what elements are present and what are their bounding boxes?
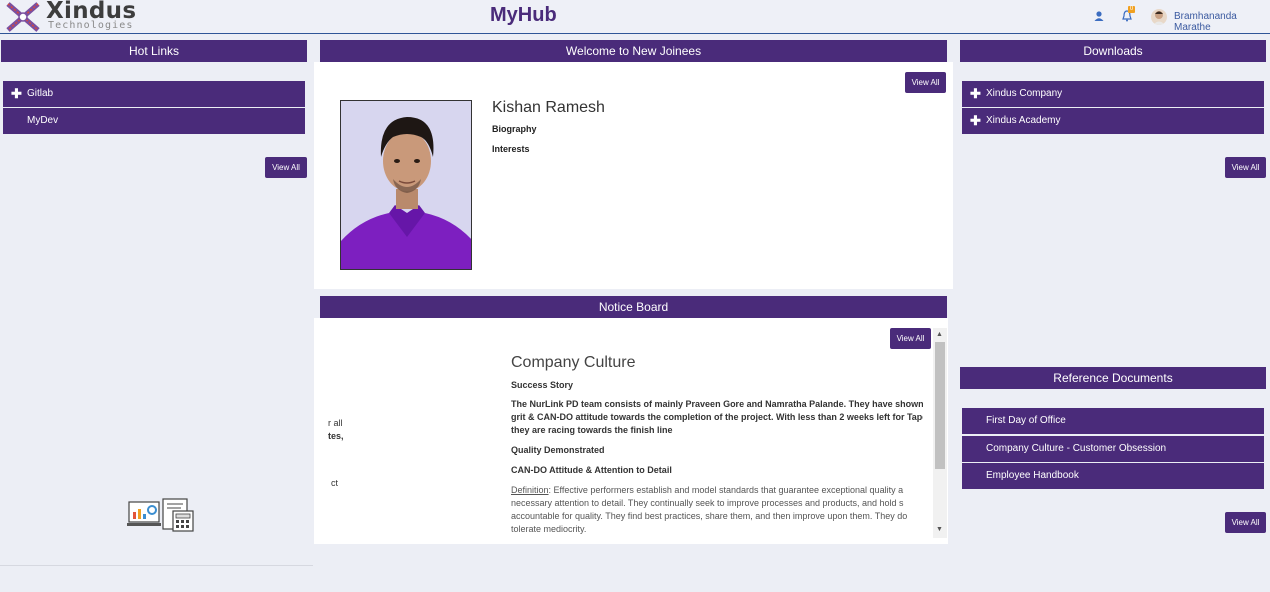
definition-line: tolerate mediocrity. [511, 524, 587, 534]
biography-label: Biography [492, 124, 537, 134]
logo-x-icon [6, 2, 40, 32]
notice-scrollbar[interactable]: ▲ ▼ [933, 328, 947, 538]
joinee-name: Kishan Ramesh [492, 99, 605, 116]
notice-fragment: tes, [328, 431, 344, 441]
top-bar: Xindus Technologies MyHub 0 Bramhananda … [0, 0, 1270, 34]
notice-board-content[interactable]: r all tes, ct Company Culture Success St… [314, 318, 948, 544]
notification-badge: 0 [1128, 6, 1135, 13]
reference-view-all-button[interactable]: View All [1225, 512, 1266, 533]
story-line: grit & CAN-DO attitude towards the compl… [511, 412, 923, 422]
notice-board-view-all-button[interactable]: View All [890, 328, 931, 349]
download-label: Xindus Company [986, 88, 1063, 99]
notice-heading: Company Culture [511, 354, 636, 371]
hot-link-mydev[interactable]: MyDev [3, 108, 305, 134]
avatar[interactable] [1151, 9, 1167, 25]
app-title: MyHub [490, 4, 557, 26]
definition-line: Definition: Effective performers establi… [511, 484, 923, 497]
plus-icon: ✚ [970, 86, 981, 101]
welcome-header: Welcome to New Joinees [320, 40, 947, 62]
hot-links-header: Hot Links [1, 40, 307, 62]
story-line: they are racing towards the finish line [511, 425, 673, 435]
divider [0, 565, 313, 566]
user-name[interactable]: Bramhananda Marathe [1174, 11, 1270, 33]
definition-label: Definition [511, 485, 549, 495]
success-story-label: Success Story [511, 380, 574, 390]
reference-documents-header: Reference Documents [960, 367, 1266, 389]
download-item-xindus-academy[interactable]: ✚ Xindus Academy [962, 108, 1264, 134]
welcome-view-all-button[interactable]: View All [905, 72, 946, 93]
download-label: Xindus Academy [986, 115, 1061, 126]
downloads-header: Downloads [960, 40, 1266, 62]
definition-line: necessary attention to detail. They cont… [511, 498, 904, 508]
reference-doc-employee-handbook[interactable]: Employee Handbook [962, 463, 1264, 489]
notice-fragment: ct [331, 478, 339, 488]
download-item-xindus-company[interactable]: ✚ Xindus Company [962, 81, 1264, 107]
reference-doc-first-day[interactable]: First Day of Office [962, 408, 1264, 434]
story-line: The NurLink PD team consists of mainly P… [511, 399, 923, 409]
reference-doc-company-culture[interactable]: Company Culture - Customer Obsession [962, 436, 1264, 462]
definition-line: accountable for quality. They find best … [511, 511, 908, 521]
definition-text: : Effective performers establish and mod… [548, 485, 904, 495]
hot-link-label: Gitlab [27, 88, 54, 99]
notice-board-header: Notice Board [320, 296, 947, 318]
company-logo[interactable]: Xindus Technologies [4, 0, 164, 33]
hot-link-gitlab[interactable]: ✚ Gitlab [3, 81, 305, 107]
attitude-label: CAN-DO Attitude & Attention to Detail [511, 465, 672, 475]
plus-icon: ✚ [970, 113, 981, 128]
logo-subtitle: Technologies [48, 20, 134, 31]
joinee-photo [340, 100, 472, 270]
scroll-thumb[interactable] [935, 342, 945, 469]
hot-link-label: MyDev [27, 115, 59, 126]
quality-label: Quality Demonstrated [511, 445, 605, 455]
user-icon[interactable] [1092, 9, 1106, 23]
laptop-calculator-icon [127, 498, 194, 532]
scroll-down-icon[interactable]: ▼ [936, 526, 943, 533]
notice-fragment: r all [328, 418, 343, 428]
plus-icon: ✚ [11, 86, 22, 101]
downloads-view-all-button[interactable]: View All [1225, 157, 1266, 178]
interests-label: Interests [492, 144, 530, 154]
hot-links-view-all-button[interactable]: View All [265, 157, 307, 178]
scroll-up-icon[interactable]: ▲ [936, 331, 943, 338]
